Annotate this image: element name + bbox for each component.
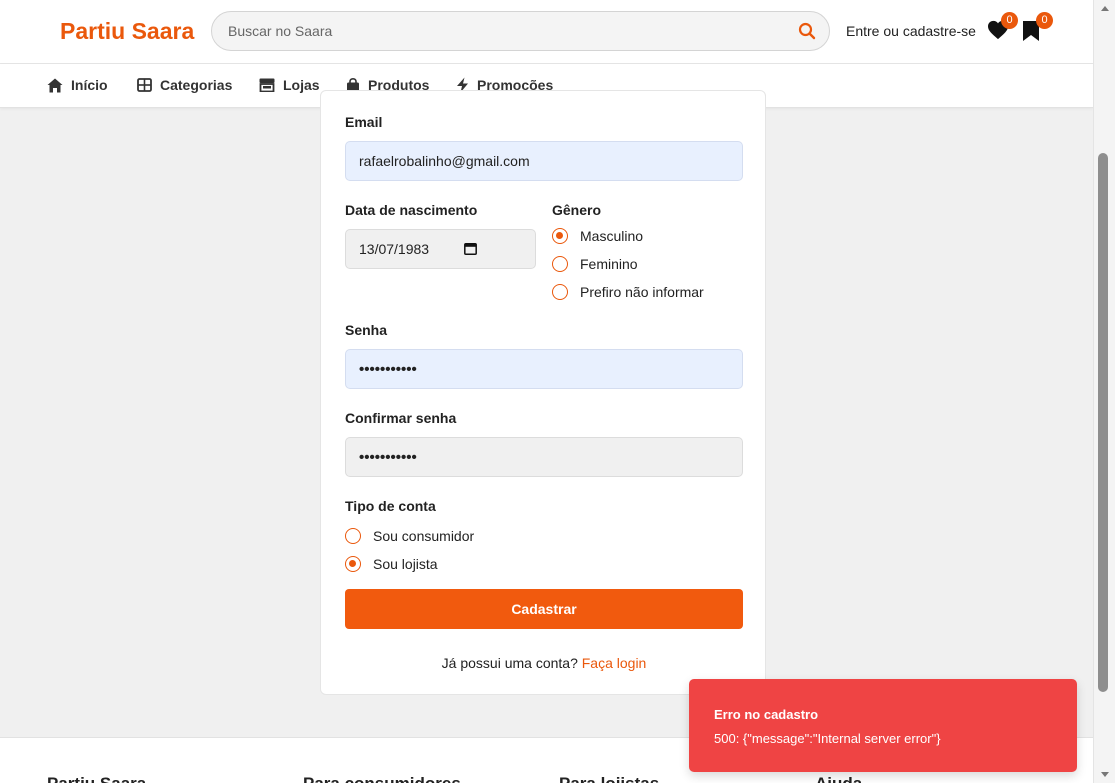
email-label: Email <box>345 114 383 130</box>
nav-label: Início <box>71 77 108 93</box>
radio-button[interactable] <box>552 284 568 300</box>
radio-button[interactable] <box>345 528 361 544</box>
saved-count-badge: 0 <box>1036 12 1053 29</box>
nav-item-inicio[interactable]: Início <box>47 77 108 93</box>
top-header: Partiu Saara Entre ou cadastre-se 0 0 <box>0 0 1093 64</box>
scrollbar-thumb[interactable] <box>1098 153 1108 692</box>
login-link[interactable]: Faça login <box>582 655 647 671</box>
login-signup-link[interactable]: Entre ou cadastre-se <box>846 23 976 39</box>
page-scrollbar[interactable] <box>1093 0 1115 783</box>
scroll-down-arrow[interactable] <box>1101 772 1109 777</box>
error-toast[interactable]: Erro no cadastro 500: {"message":"Intern… <box>689 679 1077 772</box>
grid-icon <box>137 78 152 92</box>
confirm-password-field[interactable]: ••••••••••• <box>345 437 743 477</box>
scroll-up-arrow[interactable] <box>1101 6 1109 11</box>
store-icon <box>259 78 275 92</box>
saved-button[interactable]: 0 <box>1022 12 1053 42</box>
favorites-button[interactable]: 0 <box>987 12 1018 44</box>
email-value: rafaelrobalinho@gmail.com <box>359 153 530 169</box>
site-logo[interactable]: Partiu Saara <box>60 18 194 45</box>
radio-label: Sou lojista <box>373 556 438 572</box>
account-type-label: Tipo de conta <box>345 498 436 514</box>
search-icon[interactable] <box>798 22 816 45</box>
heart-icon <box>987 20 1009 44</box>
account-option-lojista[interactable]: Sou lojista <box>345 556 438 572</box>
confirm-password-value: ••••••••••• <box>359 448 417 466</box>
submit-button[interactable]: Cadastrar <box>345 589 743 629</box>
password-value: ••••••••••• <box>359 360 417 378</box>
email-field[interactable]: rafaelrobalinho@gmail.com <box>345 141 743 181</box>
search-bar <box>211 11 830 51</box>
login-prompt-text: Já possui uma conta? <box>441 655 578 671</box>
gender-option-masculino[interactable]: Masculino <box>552 228 643 244</box>
signup-form-card: Email rafaelrobalinho@gmail.com Data de … <box>320 90 766 695</box>
footer-heading: Ajuda <box>815 774 862 783</box>
radio-label: Masculino <box>580 228 644 244</box>
radio-label: Sou consumidor <box>373 528 475 544</box>
login-prompt: Já possui uma conta? Faça login <box>321 655 767 671</box>
gender-option-nao-informar[interactable]: Prefiro não informar <box>552 284 704 300</box>
footer-heading: Partiu Saara <box>47 774 146 783</box>
confirm-password-label: Confirmar senha <box>345 410 457 426</box>
radio-button[interactable] <box>552 256 568 272</box>
nav-item-categorias[interactable]: Categorias <box>137 77 232 93</box>
password-field[interactable]: ••••••••••• <box>345 349 743 389</box>
nav-label: Lojas <box>283 77 320 93</box>
account-option-consumidor[interactable]: Sou consumidor <box>345 528 474 544</box>
search-input[interactable] <box>228 12 788 50</box>
birthdate-field[interactable]: 13/07/1983 <box>345 229 536 269</box>
gender-option-feminino[interactable]: Feminino <box>552 256 638 272</box>
password-label: Senha <box>345 322 388 338</box>
favorites-count-badge: 0 <box>1001 12 1018 29</box>
footer-heading: Para consumidores <box>303 774 461 783</box>
nav-label: Categorias <box>160 77 233 93</box>
gender-label: Gênero <box>552 202 602 218</box>
birthdate-value: 13/07/1983 <box>359 241 430 257</box>
footer-heading: Para lojistas <box>559 774 659 783</box>
radio-button[interactable] <box>552 228 568 244</box>
toast-message: 500: {"message":"Internal server error"} <box>714 731 941 746</box>
radio-label: Prefiro não informar <box>580 284 704 300</box>
calendar-icon[interactable] <box>464 242 477 258</box>
toast-title: Erro no cadastro <box>714 707 819 722</box>
radio-button[interactable] <box>345 556 361 572</box>
birthdate-label: Data de nascimento <box>345 202 478 218</box>
radio-label: Feminino <box>580 256 638 272</box>
nav-item-lojas[interactable]: Lojas <box>259 77 320 93</box>
bookmark-icon <box>1022 21 1040 46</box>
home-icon <box>47 78 63 92</box>
